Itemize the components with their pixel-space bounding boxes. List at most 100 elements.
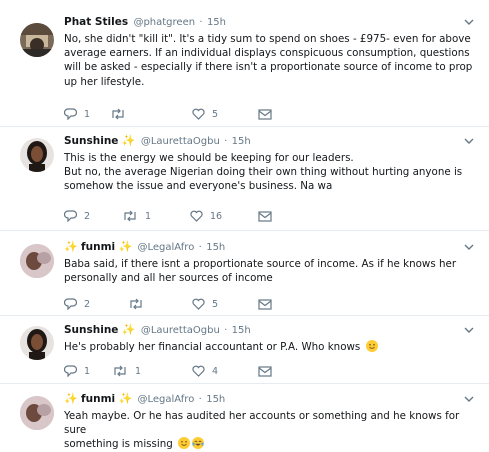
reply-button[interactable]: 1 (64, 107, 90, 121)
tweet-header: Sunshine ✨ @LaurettaOgbu · 15h (64, 322, 251, 338)
chevron-down-icon[interactable] (463, 241, 475, 253)
like-count: 5 (212, 108, 219, 120)
reply-count: 2 (84, 210, 91, 222)
chevron-down-icon[interactable] (463, 135, 475, 147)
retweet-count: 1 (145, 210, 152, 222)
retweet-button[interactable] (128, 297, 151, 311)
tweet-text: Baba said, if there isnt a proportionate… (64, 257, 474, 285)
envelope-icon (258, 365, 272, 377)
reply-icon (64, 365, 77, 377)
tweet-header: Phat Stiles @phatgreen · 15h (64, 14, 226, 30)
tweet-text: He's probably her financial accountant o… (64, 340, 474, 354)
direct-message-button[interactable] (258, 209, 272, 223)
sparkles-icon: ✨ (121, 134, 136, 147)
reply-icon (64, 108, 77, 120)
avatar[interactable] (20, 244, 54, 278)
tweet-text-line: But no, the average Nigerian doing their… (64, 166, 463, 179)
tweet-1[interactable]: Phat Stiles @phatgreen · 15h No, she did… (0, 0, 489, 127)
retweet-icon (124, 210, 136, 222)
tweet-text-line: will be asked - especially if there isn'… (64, 61, 473, 74)
display-name[interactable]: funmi (81, 393, 115, 405)
direct-message-button[interactable] (258, 364, 272, 378)
retweet-icon (130, 298, 142, 310)
like-button[interactable]: 5 (192, 107, 218, 121)
reply-button[interactable]: 2 (64, 209, 90, 223)
avatar[interactable] (20, 23, 54, 57)
sparkles-icon: ✨ (121, 323, 136, 336)
reply-button[interactable]: 2 (64, 297, 90, 311)
tweet-actions: 2 1 16 (64, 209, 324, 223)
heart-icon (192, 365, 205, 377)
timestamp[interactable]: 15h (206, 394, 225, 405)
chevron-down-icon[interactable] (463, 16, 475, 28)
tweet-text: Yeah maybe. Or he has audited her accoun… (64, 409, 474, 452)
tweet-text: No, she didn't "kill it". It's a tidy su… (64, 32, 474, 89)
direct-message-button[interactable] (258, 297, 272, 311)
reply-icon (64, 298, 77, 310)
tweet-text-content: He's probably her financial accountant o… (64, 341, 361, 353)
reply-icon (64, 210, 77, 222)
display-name[interactable]: Phat Stiles (64, 16, 128, 28)
retweet-button[interactable]: 1 (112, 364, 141, 378)
avatar[interactable] (20, 138, 54, 172)
heart-icon (192, 108, 205, 120)
envelope-icon (258, 298, 272, 310)
tweet-header: ✨ funmi ✨ @LegalAfro · 15h (64, 239, 225, 255)
separator-dot: · (224, 325, 228, 336)
tweet-text-line: Baba said, if there isnt a proportionate… (64, 258, 457, 270)
direct-message-button[interactable] (258, 107, 272, 121)
reply-count: 2 (84, 298, 91, 310)
heart-icon (192, 298, 205, 310)
avatar[interactable] (20, 326, 54, 360)
tweet-text-line: personally and all her sources of income (64, 272, 273, 285)
user-handle[interactable]: @LaurettaOgbu (141, 136, 220, 147)
tweet-4[interactable]: Sunshine ✨ @LaurettaOgbu · 15h He's prob… (0, 316, 489, 384)
timestamp[interactable]: 15h (232, 325, 251, 336)
like-button[interactable]: 16 (190, 209, 222, 223)
envelope-icon (258, 108, 272, 120)
avatar[interactable] (20, 396, 54, 430)
user-handle[interactable]: @LegalAfro (138, 242, 195, 253)
like-button[interactable]: 4 (192, 364, 218, 378)
sparkles-icon: ✨ (64, 240, 78, 253)
timestamp[interactable]: 15h (207, 17, 226, 28)
slightly-smiling-face-icon (178, 437, 191, 450)
separator-dot: · (199, 17, 203, 28)
tweet-text-line: average earners. If an individual displa… (64, 47, 470, 60)
retweet-icon (114, 365, 126, 377)
face-with-tears-of-joy-icon (192, 437, 205, 450)
retweet-count: 1 (135, 365, 142, 377)
tweet-actions: 1 5 (64, 107, 324, 121)
timestamp[interactable]: 15h (206, 242, 225, 253)
separator-dot: · (198, 394, 202, 405)
tweet-3[interactable]: ✨ funmi ✨ @LegalAfro · 15h Baba said, if… (0, 231, 489, 316)
tweet-text-line: up her lifestyle. (64, 75, 145, 88)
tweet-2[interactable]: Sunshine ✨ @LaurettaOgbu · 15h This is t… (0, 127, 489, 231)
user-handle[interactable]: @LegalAfro (138, 394, 195, 405)
tweet-actions: 1 1 4 (64, 364, 324, 378)
retweet-icon (112, 108, 124, 120)
sparkles-icon: ✨ (64, 392, 78, 405)
display-name[interactable]: funmi (81, 241, 115, 253)
like-count: 4 (212, 365, 219, 377)
like-button[interactable]: 5 (192, 297, 218, 311)
tweet-text-line: Yeah maybe. Or he has audited her accoun… (64, 410, 460, 437)
user-handle[interactable]: @LaurettaOgbu (141, 325, 220, 336)
tweet-actions: 2 5 (64, 297, 324, 311)
tweet-text-line: He's probably her financial accountant o… (64, 340, 474, 354)
like-count: 5 (212, 298, 219, 310)
reply-button[interactable]: 1 (64, 364, 90, 378)
tweet-header: Sunshine ✨ @LaurettaOgbu · 15h (64, 133, 251, 149)
like-count: 16 (210, 210, 223, 222)
chevron-down-icon[interactable] (463, 324, 475, 336)
retweet-button[interactable] (110, 107, 133, 121)
tweet-5[interactable]: ✨ funmi ✨ @LegalAfro · 15h Yeah maybe. O… (0, 384, 489, 452)
chevron-down-icon[interactable] (463, 393, 475, 405)
user-handle[interactable]: @phatgreen (133, 17, 195, 28)
display-name[interactable]: Sunshine (64, 324, 118, 336)
retweet-button[interactable]: 1 (122, 209, 151, 223)
display-name[interactable]: Sunshine (64, 135, 118, 147)
tweet-header: ✨ funmi ✨ @LegalAfro · 15h (64, 391, 225, 407)
timestamp[interactable]: 15h (232, 136, 251, 147)
reply-count: 1 (84, 365, 91, 377)
